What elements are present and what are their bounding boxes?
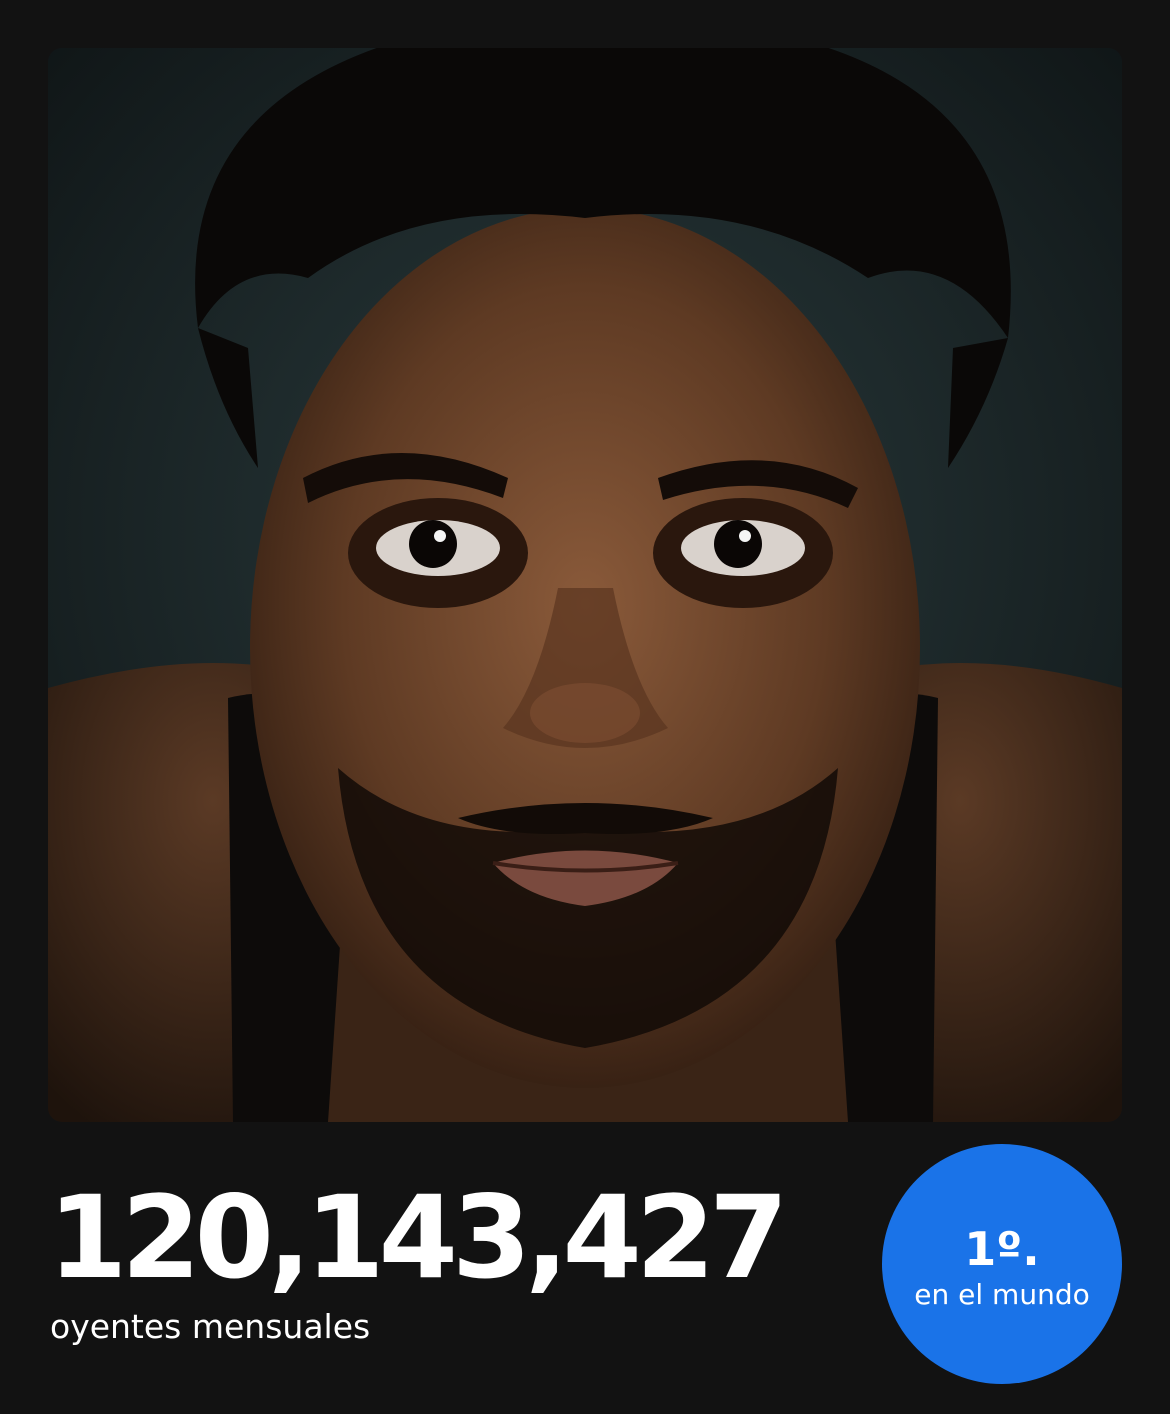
artist-stats-card: 120,143,427 oyentes mensuales 1º. en el … (0, 0, 1170, 1414)
monthly-listeners-label: oyentes mensuales (50, 1307, 371, 1346)
rank-value: 1º. (964, 1222, 1040, 1276)
monthly-listeners-count: 120,143,427 (48, 1171, 789, 1304)
artist-portrait-photo (48, 48, 1122, 1122)
artist-photo (48, 48, 1122, 1122)
world-rank-badge: 1º. en el mundo (882, 1144, 1122, 1384)
rank-label: en el mundo (914, 1278, 1090, 1311)
